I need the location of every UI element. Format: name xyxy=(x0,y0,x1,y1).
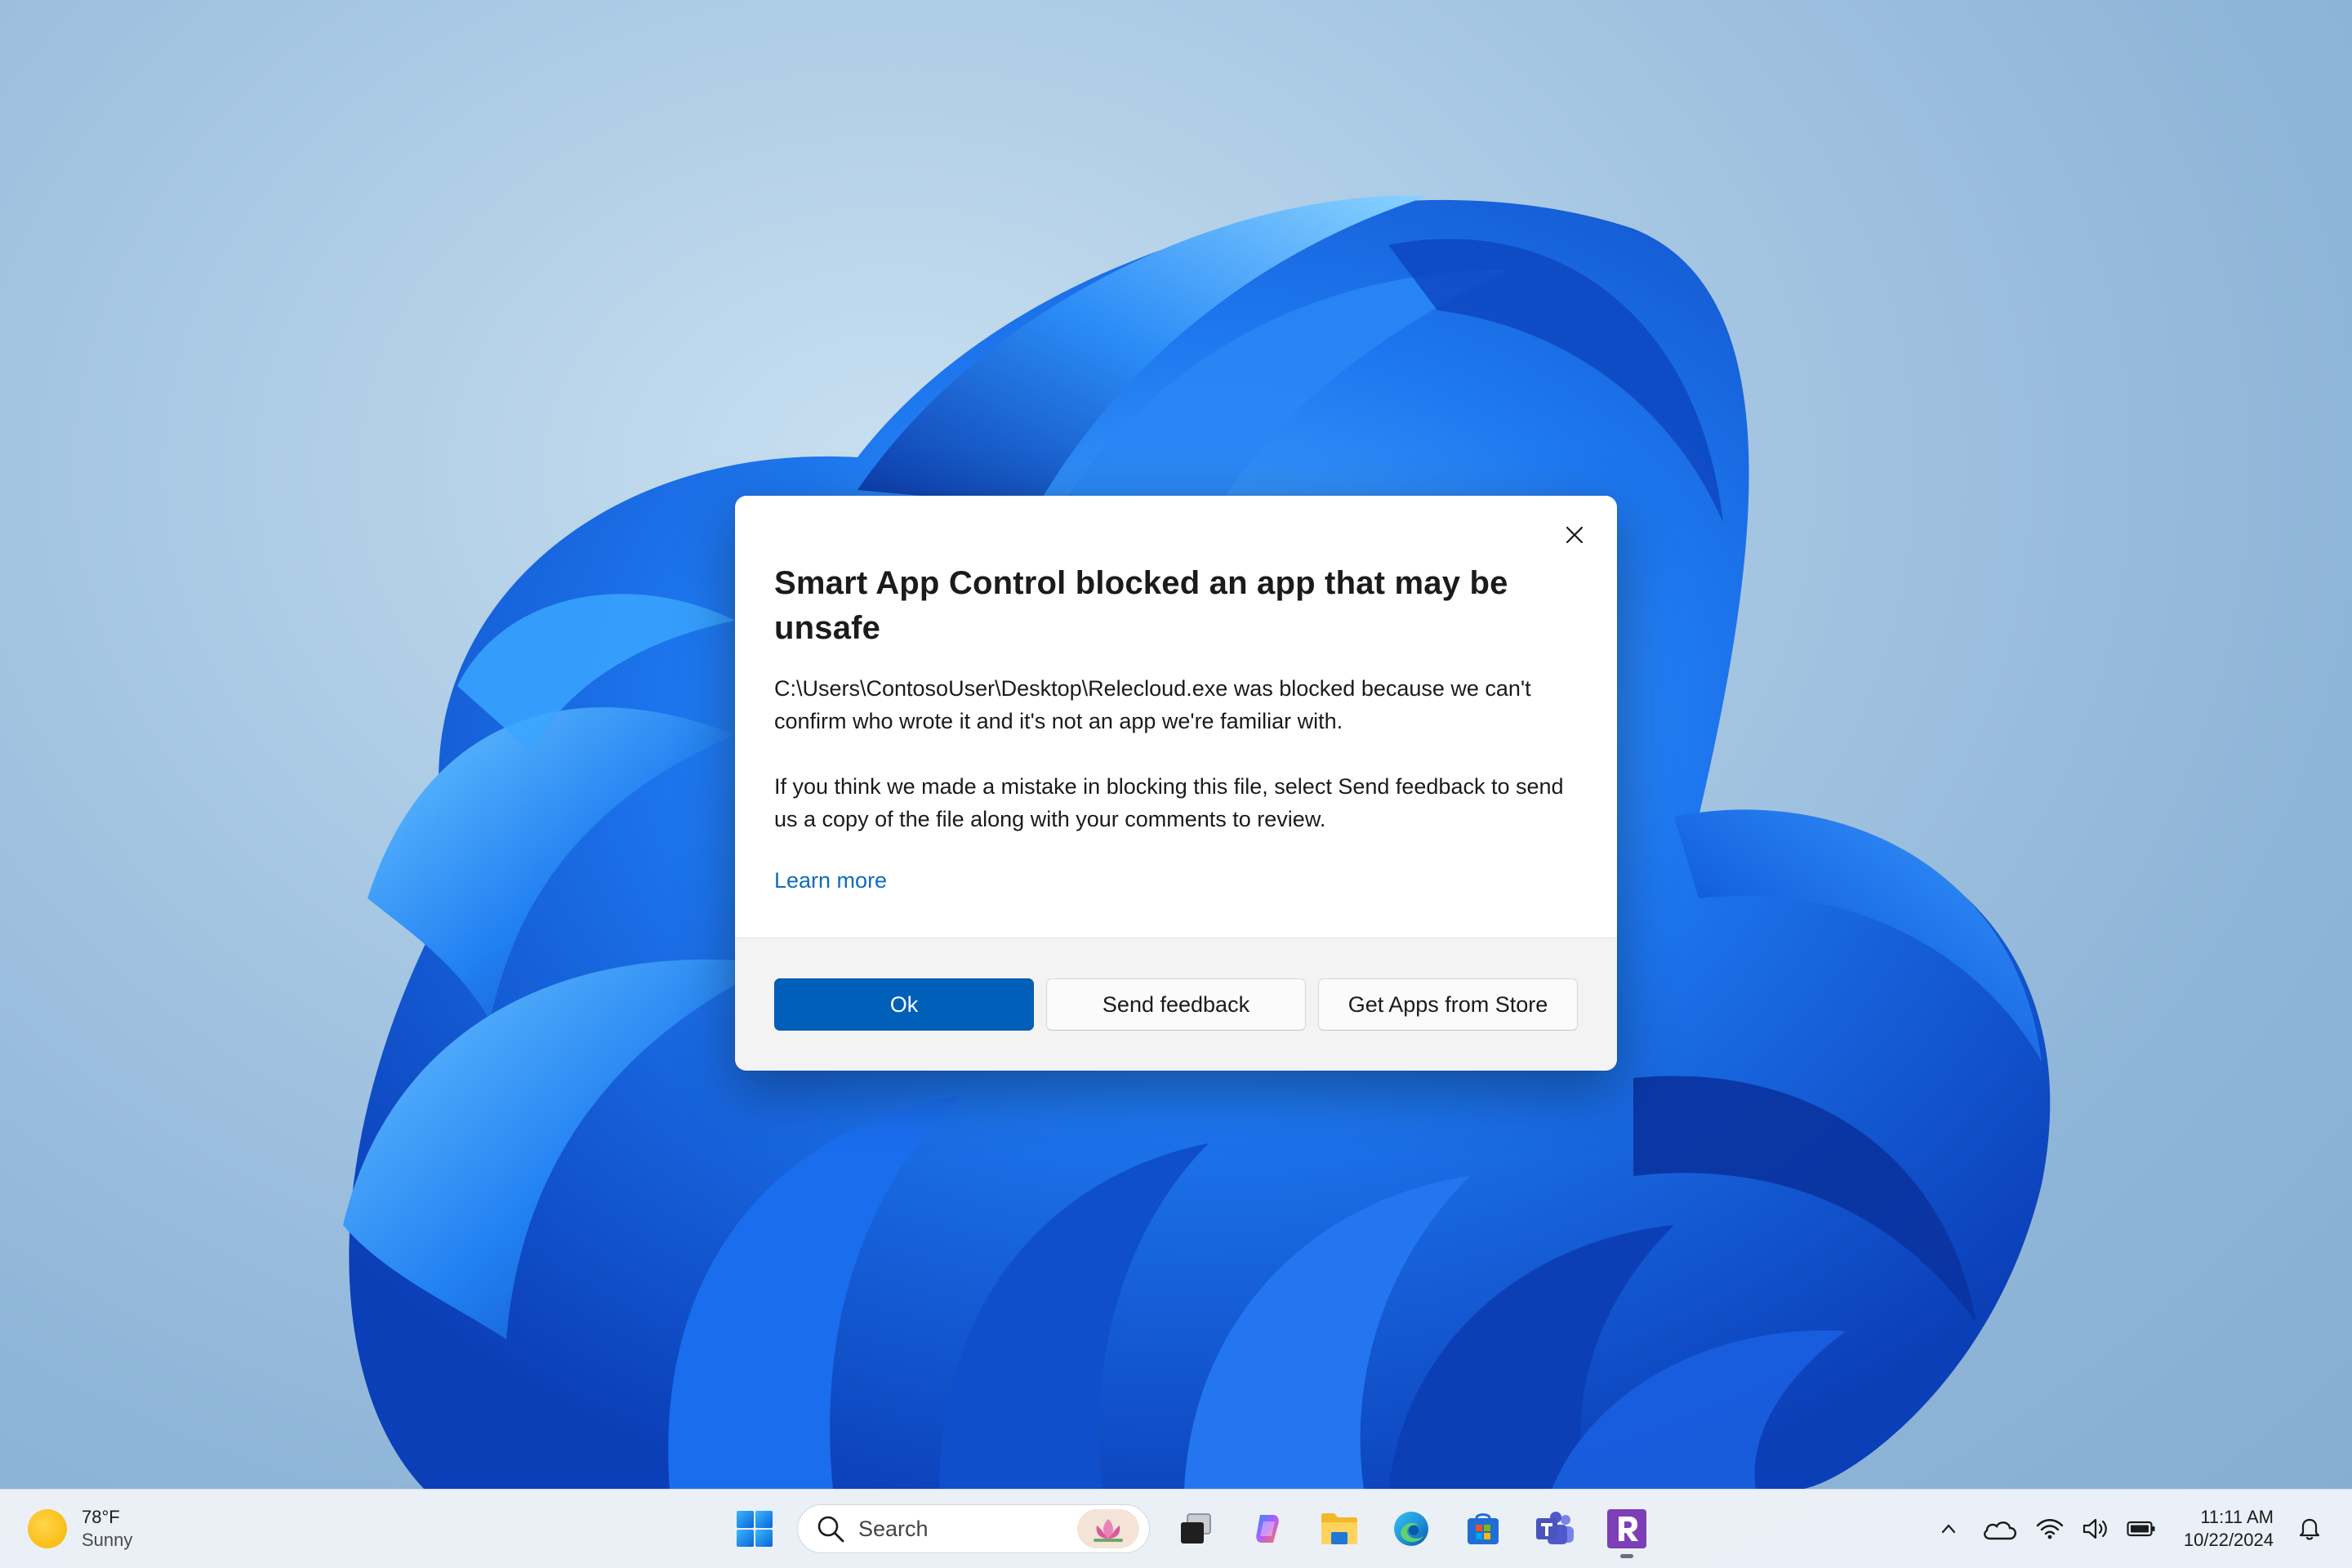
get-apps-from-store-button[interactable]: Get Apps from Store xyxy=(1318,978,1578,1031)
battery-button[interactable] xyxy=(2123,1511,2159,1547)
copilot-button[interactable] xyxy=(1235,1496,1300,1561)
send-feedback-button[interactable]: Send feedback xyxy=(1046,978,1306,1031)
search-icon xyxy=(817,1516,844,1543)
learn-more-link[interactable]: Learn more xyxy=(774,868,887,893)
system-tray: 11:11 AM 10/22/2024 xyxy=(1926,1490,2352,1568)
weather-widget[interactable]: 78°F Sunny xyxy=(28,1504,132,1553)
taskbar: 78°F Sunny Search 11:11 AM 10/22/2024 xyxy=(0,1489,2352,1568)
file-explorer-icon xyxy=(1321,1513,1357,1544)
active-indicator xyxy=(1620,1554,1633,1558)
dialog-feedback-message: If you think we made a mistake in blocki… xyxy=(774,774,1564,831)
onedrive-icon xyxy=(1983,1521,2016,1540)
task-view-button[interactable] xyxy=(1163,1496,1228,1561)
taskbar-apps: Search xyxy=(719,1490,1663,1568)
dialog-title: Smart App Control blocked an app that ma… xyxy=(774,565,1508,646)
teams-icon xyxy=(1536,1512,1574,1544)
network-button[interactable] xyxy=(2032,1511,2068,1547)
search-label: Search xyxy=(858,1516,929,1541)
file-explorer-button[interactable] xyxy=(1307,1496,1372,1561)
teams-button[interactable] xyxy=(1522,1496,1588,1561)
relecloud-icon xyxy=(1607,1509,1646,1548)
start-button[interactable] xyxy=(722,1496,787,1561)
close-icon xyxy=(1566,526,1584,544)
volume-button[interactable] xyxy=(2078,1511,2114,1547)
weather-condition: Sunny xyxy=(82,1530,133,1550)
smart-app-control-dialog: Smart App Control blocked an app that ma… xyxy=(735,496,1617,1071)
chevron-up-icon xyxy=(1941,1524,1955,1534)
notifications-button[interactable] xyxy=(2292,1511,2328,1547)
store-icon xyxy=(1468,1513,1499,1544)
wifi-icon xyxy=(2036,1519,2064,1539)
show-hidden-icons-button[interactable] xyxy=(1931,1511,1967,1547)
battery-icon xyxy=(2127,1521,2155,1537)
relecloud-app-button[interactable] xyxy=(1594,1496,1659,1561)
task-view-icon xyxy=(1181,1513,1211,1544)
onedrive-button[interactable] xyxy=(1976,1511,2022,1547)
store-button[interactable] xyxy=(1450,1496,1516,1561)
edge-icon xyxy=(1394,1512,1428,1546)
ok-button[interactable]: Ok xyxy=(774,978,1034,1031)
lotus-icon xyxy=(1077,1509,1139,1548)
start-icon xyxy=(737,1511,773,1547)
bell-icon xyxy=(2299,1518,2320,1540)
clock-time: 11:11 AM xyxy=(2200,1507,2274,1527)
taskbar-clock[interactable]: 11:11 AM 10/22/2024 xyxy=(2184,1506,2274,1552)
clock-date: 10/22/2024 xyxy=(2183,1530,2274,1550)
weather-temperature: 78°F xyxy=(82,1507,120,1527)
dialog-body: Smart App Control blocked an app that ma… xyxy=(774,561,1578,893)
copilot-icon xyxy=(1256,1515,1279,1543)
dialog-footer: Ok Send feedback Get Apps from Store xyxy=(735,938,1617,1071)
sun-icon xyxy=(28,1509,67,1548)
taskbar-search[interactable]: Search xyxy=(797,1504,1150,1553)
volume-icon xyxy=(2082,1518,2107,1539)
dialog-message: C:\Users\ContosoUser\Desktop\Relecloud.e… xyxy=(774,676,1531,733)
close-button[interactable] xyxy=(1552,512,1597,558)
edge-button[interactable] xyxy=(1379,1496,1444,1561)
